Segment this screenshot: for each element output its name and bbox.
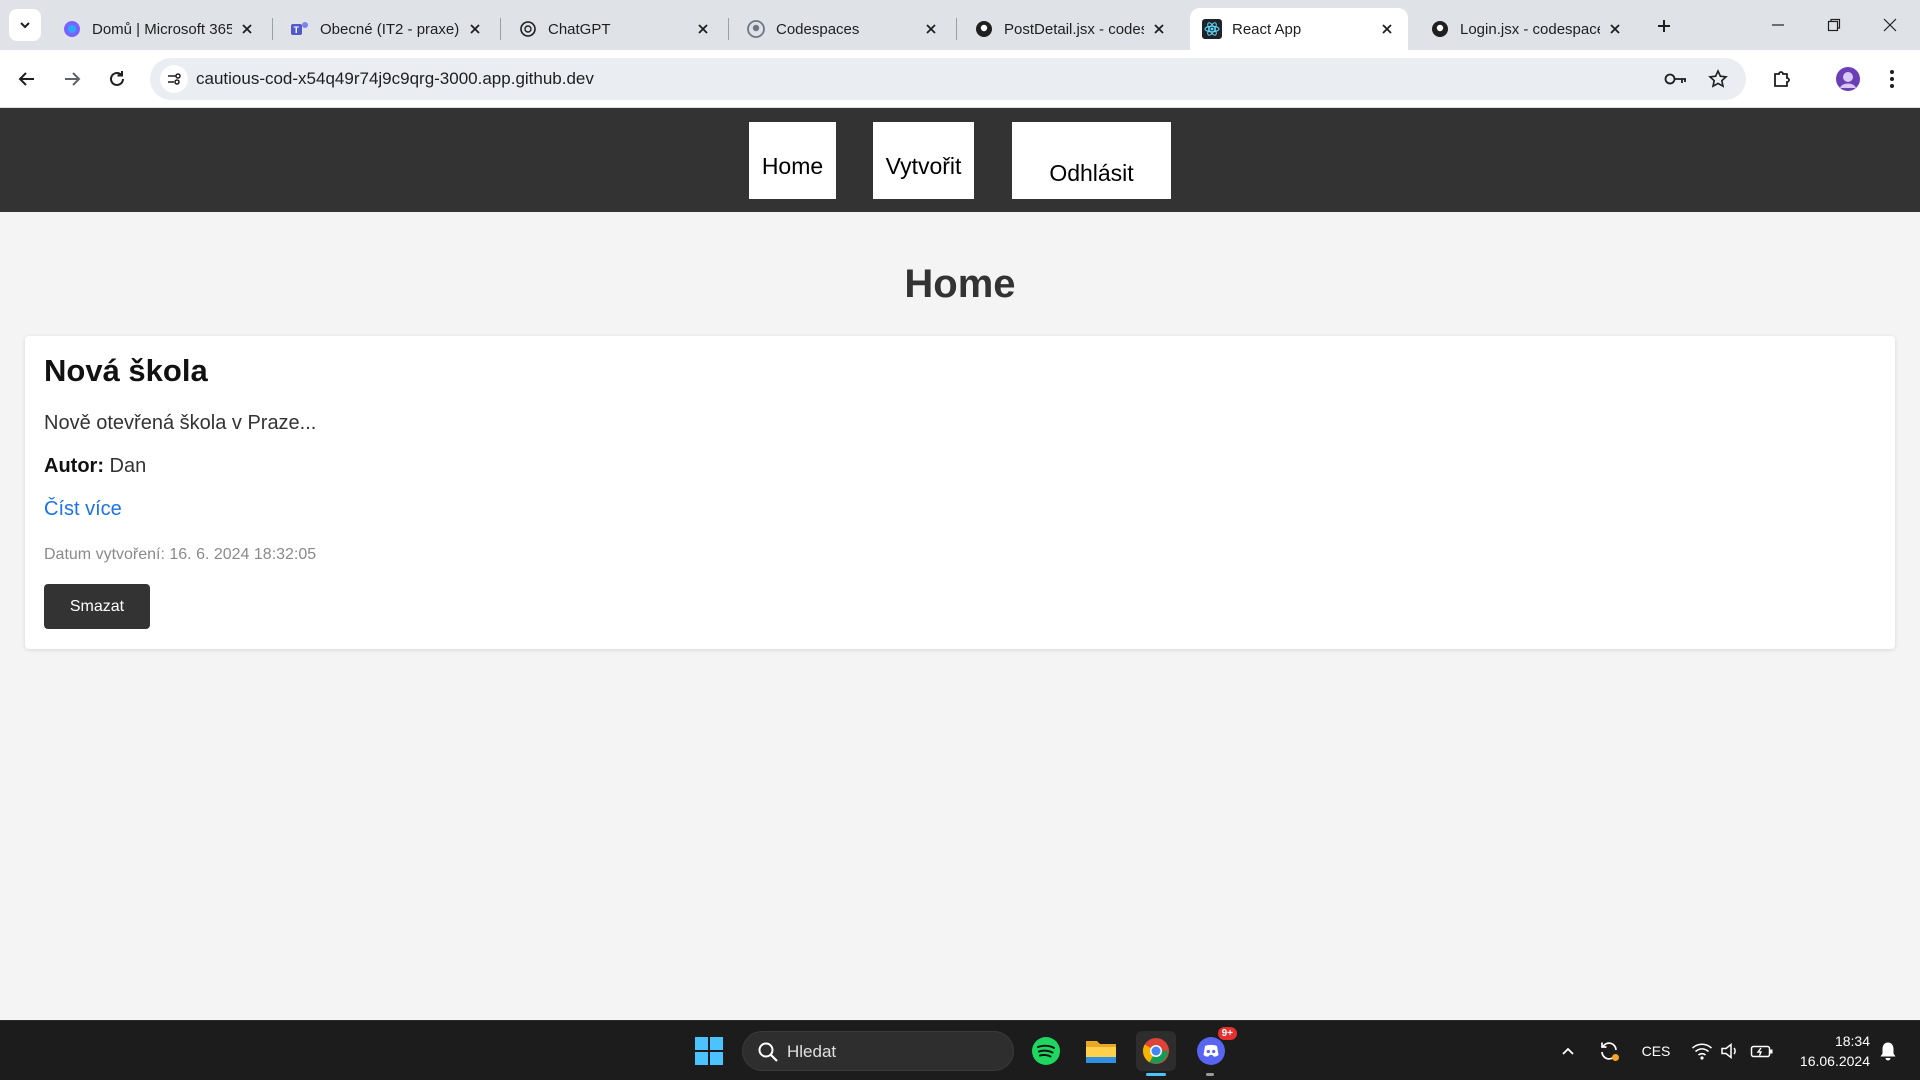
close-icon	[1883, 18, 1897, 32]
taskbar-search-placeholder: Hledat	[787, 1042, 837, 1061]
react-icon	[1202, 19, 1222, 39]
language-label: CES	[1641, 1043, 1671, 1059]
show-hidden-icons-chevron-up-icon[interactable]	[1556, 1031, 1580, 1071]
close-icon[interactable]	[238, 20, 256, 38]
notification-bell-icon[interactable]	[1876, 1031, 1900, 1071]
page-title: Home	[904, 262, 1016, 306]
read-more-link[interactable]: Číst více	[44, 498, 122, 521]
tab-title: React App	[1232, 20, 1302, 38]
discord-icon[interactable]: 9+	[1191, 1027, 1237, 1071]
browser-tab-bar: Domů | Microsoft 365 T Obecné (IT2 - pra…	[0, 0, 1920, 50]
post-author: Autor: Dan	[44, 455, 146, 478]
battery-icon[interactable]	[1748, 1031, 1776, 1071]
extensions-puzzle-icon[interactable]	[1766, 63, 1798, 95]
browser-tab[interactable]: Domů | Microsoft 365	[50, 8, 268, 50]
tab-title: Obecné (IT2 - praxe)	[320, 20, 460, 38]
close-icon[interactable]	[694, 20, 712, 38]
tab-title: PostDetail.jsx - codespace	[1004, 20, 1144, 38]
tab-divider	[956, 18, 957, 40]
search-icon	[758, 1042, 778, 1062]
input-language[interactable]: CES	[1638, 1031, 1674, 1071]
windows-taskbar: Hledat 9+ CES 18:34 16.06.2024	[0, 1020, 1920, 1080]
address-bar[interactable]: cautious-cod-x54q49r74j9c9qrg-3000.app.g…	[150, 58, 1746, 100]
github-icon	[1430, 19, 1450, 39]
tab-divider	[500, 18, 501, 40]
close-icon[interactable]	[1606, 20, 1624, 38]
tab-title: ChatGPT	[548, 20, 611, 38]
app-navbar: Home Vytvořit Odhlásit	[0, 108, 1920, 212]
tab-title: Login.jsx - codespaces	[1460, 20, 1600, 38]
restore-button[interactable]	[1806, 8, 1862, 42]
forward-button[interactable]	[55, 62, 89, 96]
github-icon	[974, 19, 994, 39]
file-explorer-icon[interactable]	[1081, 1031, 1121, 1071]
chrome-active-indicator	[1146, 1073, 1166, 1076]
post-card: Nová škola Nově otevřená škola v Praze..…	[25, 336, 1895, 649]
arrow-right-icon	[65, 72, 81, 86]
microsoft365-icon	[62, 19, 82, 39]
close-icon[interactable]	[1150, 20, 1168, 38]
arrow-left-icon	[18, 72, 34, 86]
url-text: cautious-cod-x54q49r74j9c9qrg-3000.app.g…	[196, 69, 594, 88]
more-menu-icon[interactable]	[1876, 63, 1908, 95]
author-label: Autor:	[44, 455, 104, 477]
clock-date: 16.06.2024	[1799, 1053, 1870, 1069]
discord-running-indicator	[1206, 1073, 1214, 1076]
tab-title: Domů | Microsoft 365	[92, 20, 232, 38]
volume-icon[interactable]	[1718, 1031, 1742, 1071]
post-created-date: Datum vytvoření: 16. 6. 2024 18:32:05	[44, 546, 317, 563]
password-key-icon[interactable]	[1664, 67, 1688, 91]
browser-tab[interactable]: Codespaces	[734, 8, 952, 50]
wifi-icon[interactable]	[1690, 1031, 1714, 1071]
nav-create-button[interactable]: Vytvořit	[873, 122, 974, 199]
profile-avatar[interactable]	[1832, 63, 1864, 95]
tab-divider	[272, 18, 273, 40]
close-icon[interactable]	[1378, 20, 1396, 38]
browser-tab[interactable]: PostDetail.jsx - codespace	[962, 8, 1180, 50]
post-title: Nová škola	[44, 353, 208, 388]
back-button[interactable]	[10, 62, 44, 96]
new-tab-button[interactable]	[1650, 12, 1678, 40]
site-settings-icon[interactable]	[160, 65, 188, 93]
minimize-button[interactable]	[1750, 8, 1806, 42]
post-excerpt: Nově otevřená škola v Praze...	[44, 412, 317, 434]
github-icon	[746, 19, 766, 39]
chrome-icon[interactable]	[1136, 1031, 1176, 1071]
sync-icon[interactable]	[1594, 1031, 1624, 1071]
bookmark-star-icon[interactable]	[1706, 67, 1730, 91]
browser-tab[interactable]: T Obecné (IT2 - praxe)	[278, 8, 496, 50]
taskbar-search-box[interactable]: Hledat	[742, 1031, 1014, 1071]
tab-divider	[728, 18, 729, 40]
tab-title: Codespaces	[776, 20, 860, 38]
browser-tab-active[interactable]: React App	[1190, 8, 1408, 50]
reload-button[interactable]	[100, 62, 134, 96]
close-icon[interactable]	[466, 20, 484, 38]
taskbar-clock[interactable]: 18:34 16.06.2024	[1790, 1031, 1870, 1071]
close-window-button[interactable]	[1862, 8, 1918, 42]
minimize-icon	[1772, 24, 1784, 26]
browser-tab[interactable]: ChatGPT	[506, 8, 724, 50]
browser-toolbar: cautious-cod-x54q49r74j9c9qrg-3000.app.g…	[0, 50, 1920, 108]
svg-text:T: T	[294, 25, 300, 35]
teams-icon: T	[290, 19, 310, 39]
nav-home-button[interactable]: Home	[749, 122, 836, 199]
reload-icon	[110, 71, 124, 86]
chevron-down-icon	[20, 22, 30, 29]
chatgpt-icon	[518, 19, 538, 39]
spotify-icon[interactable]	[1026, 1031, 1066, 1071]
tab-search-button[interactable]	[9, 9, 41, 41]
plus-icon	[1658, 20, 1670, 32]
close-icon[interactable]	[922, 20, 940, 38]
author-name: Dan	[109, 455, 147, 477]
windows-start-icon[interactable]	[689, 1031, 729, 1071]
delete-post-button[interactable]: Smazat	[44, 584, 150, 629]
nav-logout-button[interactable]: Odhlásit	[1012, 122, 1171, 199]
restore-icon	[1827, 18, 1841, 32]
discord-notification-badge: 9+	[1217, 1027, 1237, 1040]
browser-tab[interactable]: Login.jsx - codespaces	[1418, 8, 1636, 50]
clock-time: 18:34	[1834, 1033, 1870, 1049]
